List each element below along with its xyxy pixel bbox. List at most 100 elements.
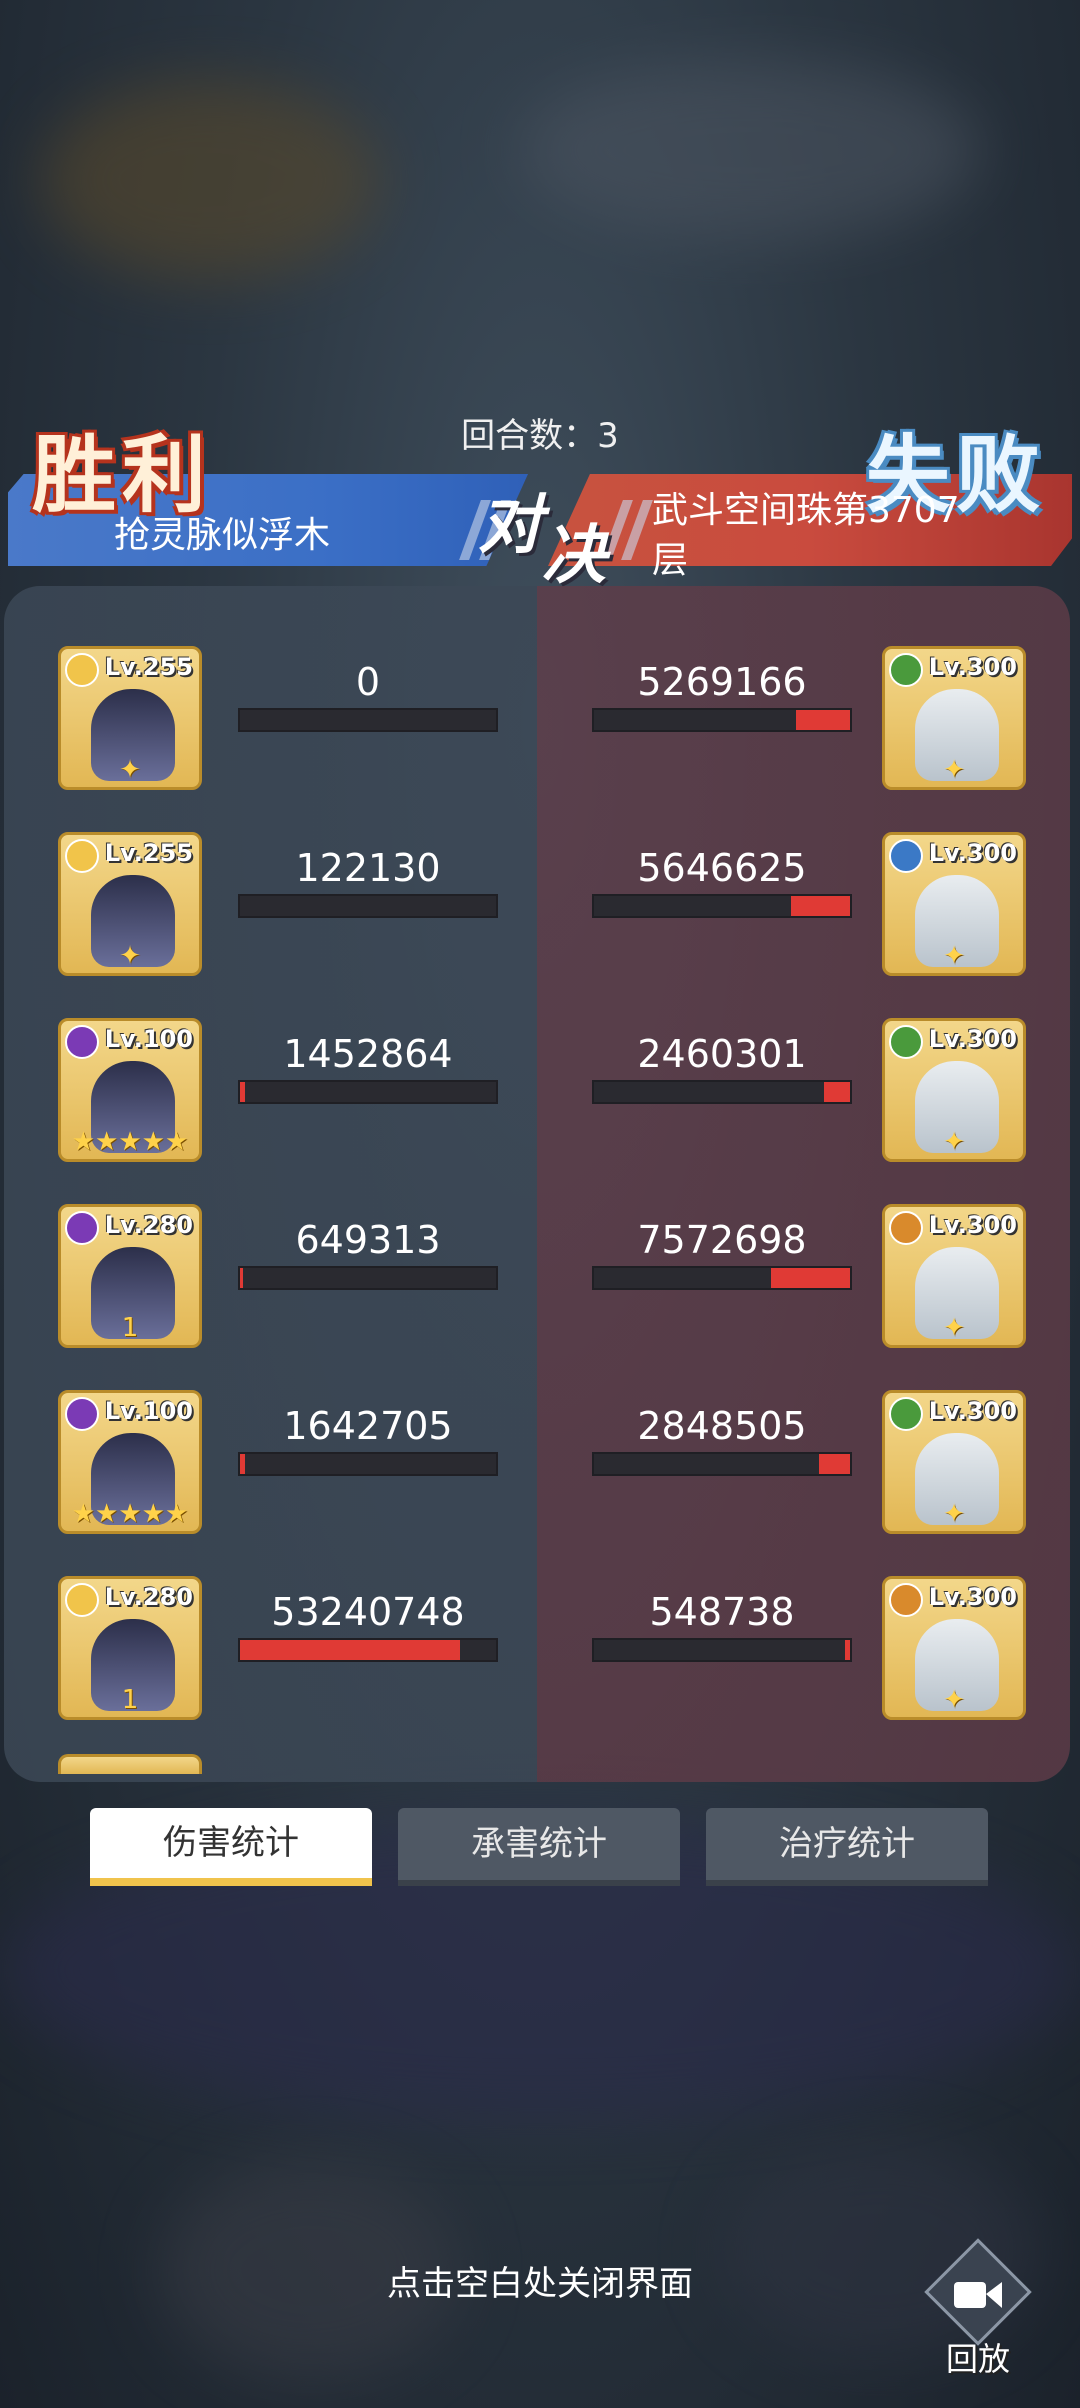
hero-level: Lv.300 (928, 1397, 1017, 1425)
damage-bar-fill (770, 1268, 850, 1288)
hero-level: Lv.280 (104, 1583, 193, 1611)
damage-bar-fill (240, 1454, 246, 1474)
left-damage-value: 1452864 (283, 1032, 453, 1076)
hero-star-rank: ✦ (943, 1499, 965, 1529)
right-hero-portrait[interactable]: Lv.300 ✦ (882, 646, 1026, 790)
right-hero-portrait[interactable]: Lv.300 ✦ (882, 1018, 1026, 1162)
left-hero-portrait[interactable]: Lv.100 ★★★★★ (58, 1018, 202, 1162)
hero-level: Lv.255 (104, 653, 193, 681)
left-damage-bar (238, 1266, 498, 1290)
right-damage-value: 5269166 (637, 660, 807, 704)
faction-icon (889, 1025, 923, 1059)
hero-level: Lv.300 (928, 839, 1017, 867)
rounds-count: 回合数：3 (461, 416, 619, 456)
replay-button[interactable]: 回放 (912, 2238, 1044, 2378)
right-damage-bar (592, 1638, 852, 1662)
faction-icon (65, 839, 99, 873)
right-damage-bar (592, 1452, 852, 1476)
left-damage-bar (238, 708, 498, 732)
right-player-name: 武斗空间珠第3707层 (652, 490, 960, 581)
faction-icon (65, 1025, 99, 1059)
faction-icon (65, 653, 99, 687)
replay-label: 回放 (945, 2340, 1010, 2378)
faction-icon (889, 653, 923, 687)
hero-star-rank: ★★★★★ (71, 1499, 189, 1529)
hero-star-rank: ✦ (943, 941, 965, 971)
damage-bar-fill (791, 896, 850, 916)
right-hero-portrait[interactable]: Lv.300 ✦ (882, 1204, 1026, 1348)
hero-star-rank: 1 (121, 1313, 139, 1343)
stat-row: Lv.100 ★★★★★ 1642705 Lv.300 ✦ 2848505 (4, 1390, 1070, 1550)
hero-star-rank: ✦ (943, 1127, 965, 1157)
stat-row: Lv.280 1 53240748 Lv.300 ✦ 548738 (4, 1576, 1070, 1736)
left-hero-portrait[interactable]: Lv.280 1 (58, 1576, 202, 1720)
hero-level: Lv.300 (928, 1025, 1017, 1053)
hero-level: Lv.300 (928, 1211, 1017, 1239)
hero-level: Lv.280 (104, 1211, 193, 1239)
hero-level: Lv.100 (104, 1025, 193, 1053)
battle-stats-board[interactable]: Lv.255 ✦ 0 Lv.300 ✦ 5269166 Lv.255 ✦ 122130 Lv.30… (4, 586, 1070, 1782)
right-damage-value: 548738 (649, 1590, 795, 1634)
hero-level: Lv.300 (928, 653, 1017, 681)
background-blur (40, 80, 380, 280)
damage-bar-fill (240, 1082, 246, 1102)
stat-row: Lv.255 ✦ 0 Lv.300 ✦ 5269166 (4, 646, 1070, 806)
faction-icon (65, 1211, 99, 1245)
hero-level: Lv.100 (104, 1397, 193, 1425)
hero-level: Lv.255 (104, 839, 193, 867)
hero-star-rank: ★★★★★ (71, 1127, 189, 1157)
left-damage-value: 649313 (295, 1218, 441, 1262)
versus-label: 对决 (478, 474, 606, 593)
hero-star-rank: ✦ (119, 755, 141, 785)
hero-star-rank: ✦ (119, 941, 141, 971)
right-damage-value: 7572698 (637, 1218, 807, 1262)
right-damage-bar (592, 708, 852, 732)
damage-bar-fill (819, 1454, 850, 1474)
right-damage-bar (592, 894, 852, 918)
hero-star-rank: ✦ (943, 1313, 965, 1343)
stat-row: Lv.280 1 649313 Lv.300 ✦ 7572698 (4, 1204, 1070, 1364)
right-hero-portrait[interactable]: Lv.300 ✦ (882, 832, 1026, 976)
left-damage-bar (238, 1638, 498, 1662)
hero-star-rank: 1 (121, 1685, 139, 1715)
right-damage-value: 5646625 (637, 846, 807, 890)
right-hero-portrait[interactable]: Lv.300 ✦ (882, 1390, 1026, 1534)
damage-bar-fill (844, 1640, 850, 1660)
left-player-name: 抢灵脉似浮木 (114, 515, 331, 556)
right-damage-bar (592, 1266, 852, 1290)
right-damage-bar (592, 1080, 852, 1104)
versus-char-2: 决 (542, 519, 606, 593)
faction-icon (889, 1583, 923, 1617)
right-hero-portrait[interactable]: Lv.300 ✦ (882, 1576, 1026, 1720)
left-damage-bar (238, 1080, 498, 1104)
left-damage-value: 122130 (295, 846, 441, 890)
left-damage-value: 53240748 (271, 1590, 465, 1634)
tab-damage-stats[interactable]: 伤害统计 (90, 1808, 372, 1886)
left-damage-bar (238, 1452, 498, 1476)
faction-icon (65, 1583, 99, 1617)
faction-icon (889, 1397, 923, 1431)
versus-char-1: 对 (478, 489, 542, 563)
background-blur (520, 60, 980, 240)
hero-star-rank: ✦ (943, 755, 965, 785)
damage-bar-fill (824, 1082, 850, 1102)
faction-icon (889, 1211, 923, 1245)
video-camera-icon (954, 2282, 1002, 2308)
hero-level: Lv.300 (928, 1583, 1017, 1611)
right-damage-value: 2848505 (637, 1404, 807, 1448)
faction-icon (889, 839, 923, 873)
left-hero-portrait[interactable]: Lv.280 1 (58, 1204, 202, 1348)
tab-damage-taken-stats[interactable]: 承害统计 (398, 1808, 680, 1886)
right-damage-value: 2460301 (637, 1032, 807, 1076)
left-hero-portrait[interactable]: Lv.100 ★★★★★ (58, 1390, 202, 1534)
stat-row: Lv.255 ✦ 122130 Lv.300 ✦ 5646625 (4, 832, 1070, 992)
damage-bar-fill (240, 1640, 461, 1660)
left-hero-portrait[interactable]: Lv.255 ✦ (58, 646, 202, 790)
left-damage-value: 1642705 (283, 1404, 453, 1448)
left-hero-portrait[interactable]: Lv.255 ✦ (58, 832, 202, 976)
damage-bar-fill (796, 710, 850, 730)
stat-row: Lv.100 ★★★★★ 1452864 Lv.300 ✦ 2460301 (4, 1018, 1070, 1178)
faction-icon (65, 1397, 99, 1431)
damage-bar-fill (240, 1268, 243, 1288)
tab-healing-stats[interactable]: 治疗统计 (706, 1808, 988, 1886)
